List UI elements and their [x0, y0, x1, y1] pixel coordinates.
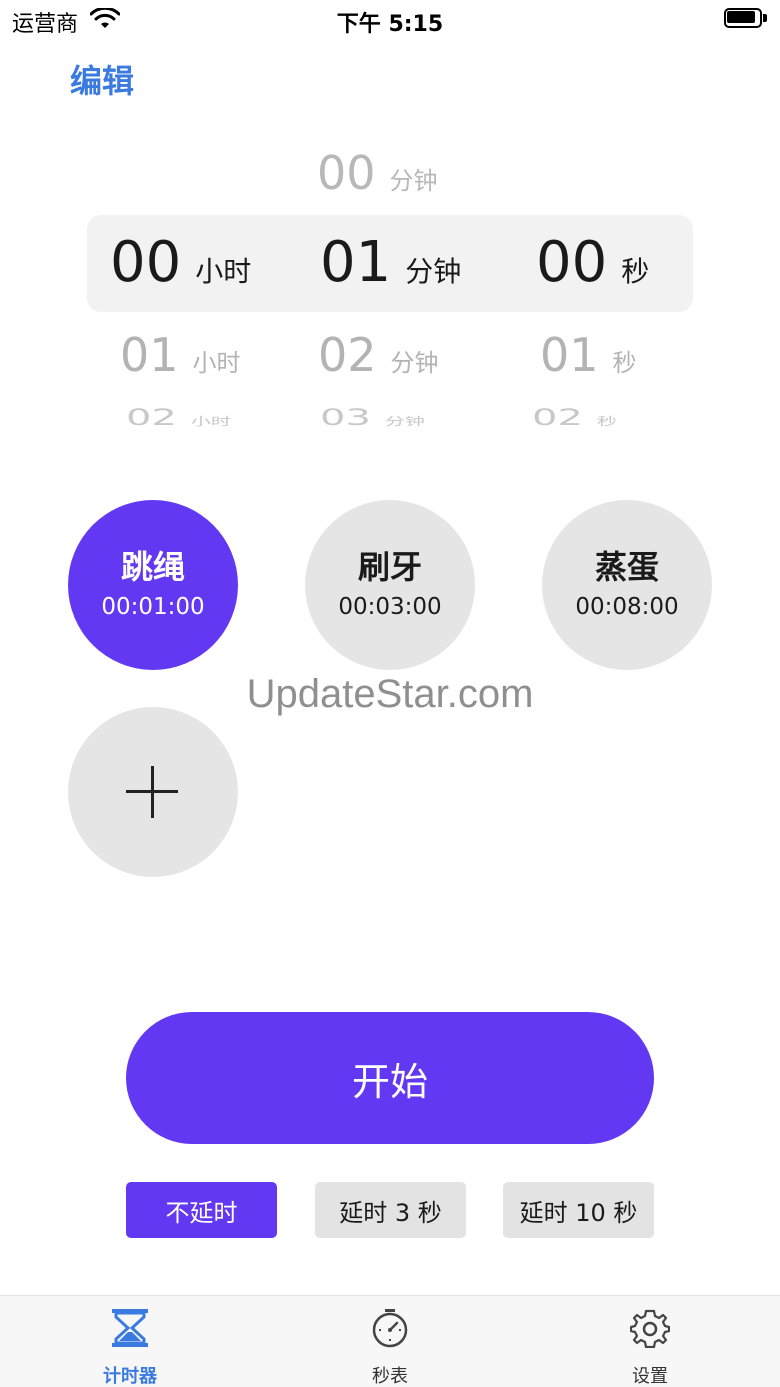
picker-hours-next[interactable]: 01 小时 [120, 328, 241, 382]
gear-icon [630, 1309, 670, 1348]
add-preset-button[interactable] [68, 707, 238, 877]
preset-name: 跳绳 [120, 548, 185, 586]
delay-none-button[interactable]: 不延时 [126, 1182, 277, 1238]
delay-10s-button[interactable]: 延时 10 秒 [503, 1182, 654, 1238]
start-button[interactable]: 开始 [126, 1012, 654, 1144]
hourglass-icon [112, 1309, 148, 1347]
preset-time: 00:01:00 [101, 594, 205, 620]
battery-icon [724, 8, 768, 30]
tab-stopwatch[interactable]: 秒表 [330, 1296, 450, 1387]
tab-label: 设置 [632, 1366, 668, 1387]
delay-3s-button[interactable]: 延时 3 秒 [315, 1182, 466, 1238]
tab-settings[interactable]: 设置 [590, 1296, 710, 1387]
picker-seconds-selected[interactable]: 00 秒 [536, 230, 649, 295]
picker-minutes-next2[interactable]: 03 分钟 [320, 405, 425, 430]
picker-hours-next2[interactable]: 02 小时 [126, 405, 231, 430]
picker-minutes-selected[interactable]: 01 分钟 [320, 230, 461, 295]
preset-name: 刷牙 [357, 548, 422, 586]
picker-hours-selected[interactable]: 00 小时 [110, 230, 251, 295]
picker-minute-prev[interactable]: 00 分钟 [317, 146, 438, 200]
preset-brush-teeth[interactable]: 刷牙 00:03:00 [305, 500, 475, 670]
picker-seconds-next2[interactable]: 02 秒 [532, 405, 617, 430]
preset-steamed-egg[interactable]: 蒸蛋 00:08:00 [542, 500, 712, 670]
tab-label: 秒表 [372, 1366, 408, 1387]
picker-minutes-next[interactable]: 02 分钟 [318, 328, 439, 382]
watermark: UpdateStar.com [246, 672, 534, 716]
preset-time: 00:03:00 [338, 594, 442, 620]
preset-name: 蒸蛋 [594, 548, 659, 586]
edit-button[interactable]: 编辑 [70, 56, 134, 102]
preset-jump-rope[interactable]: 跳绳 00:01:00 [68, 500, 238, 670]
tab-timer[interactable]: 计时器 [70, 1296, 190, 1387]
picker-seconds-next[interactable]: 01 秒 [540, 328, 637, 382]
stopwatch-icon [372, 1309, 408, 1348]
tab-label: 计时器 [103, 1366, 157, 1387]
preset-time: 00:08:00 [575, 594, 679, 620]
status-time: 下午 5:15 [336, 12, 444, 37]
tab-bar: 计时器 秒表 设置 [0, 1295, 780, 1387]
status-bar: 运营商 下午 5:15 [0, 0, 780, 40]
